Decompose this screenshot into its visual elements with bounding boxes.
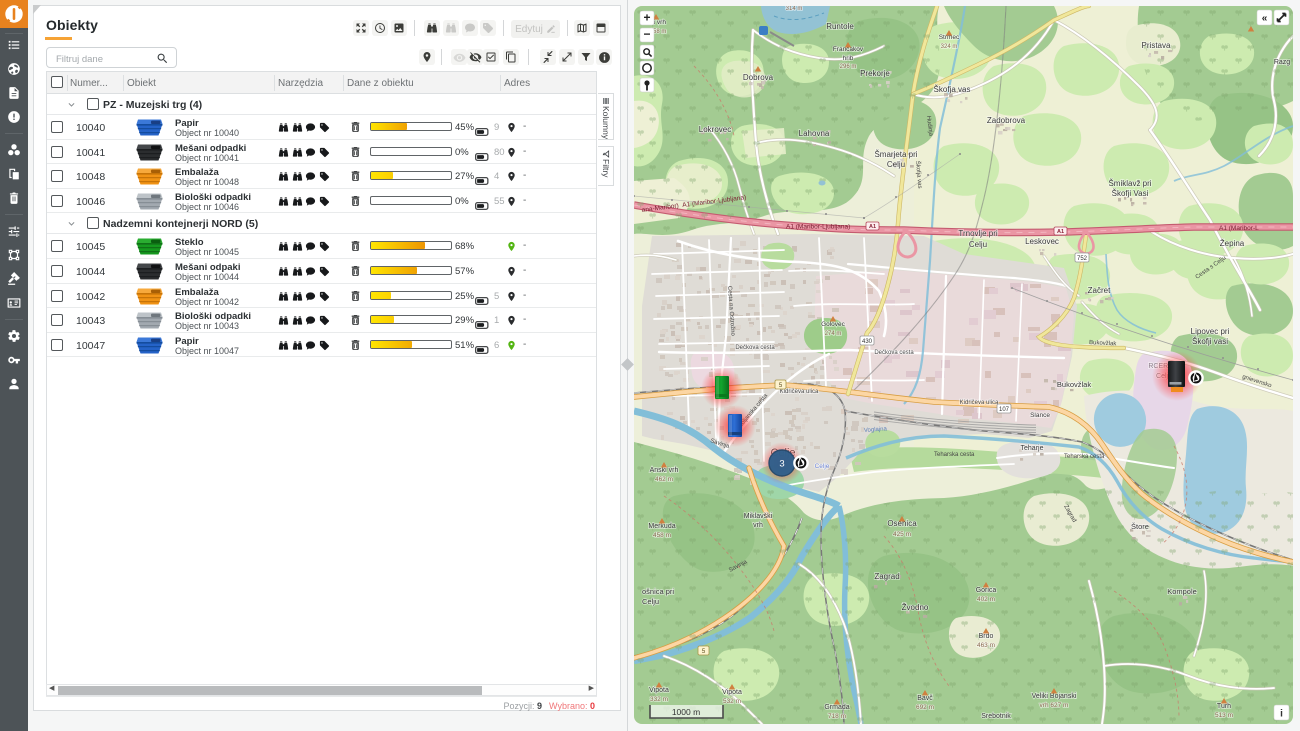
- svg-text:A1 (Maribor-Ljubljana): A1 (Maribor-Ljubljana): [786, 224, 850, 231]
- svg-text:463 m: 463 m: [977, 642, 995, 649]
- svg-text:A1 (Maribor-L: A1 (Maribor-L: [1219, 225, 1259, 232]
- svg-text:532 m: 532 m: [723, 698, 741, 705]
- svg-text:Štore: Štore: [1131, 522, 1149, 531]
- svg-text:Turh: Turh: [1217, 703, 1231, 710]
- svg-text:3: 3: [779, 459, 784, 470]
- svg-text:Škofji vasi: Škofji vasi: [1192, 337, 1228, 346]
- svg-text:1000 m: 1000 m: [672, 707, 700, 717]
- svg-text:718 m: 718 m: [828, 713, 846, 720]
- svg-text:−: −: [643, 27, 650, 41]
- svg-text:692 m: 692 m: [916, 704, 934, 711]
- svg-text:Bukovžlak: Bukovžlak: [1057, 380, 1091, 389]
- svg-text:458 m: 458 m: [653, 532, 671, 539]
- svg-text:Kompole: Kompole: [1167, 587, 1197, 596]
- svg-text:430: 430: [862, 339, 873, 345]
- svg-text:Golovec: Golovec: [821, 321, 846, 328]
- svg-text:Šmiklavž pri: Šmiklavž pri: [1108, 179, 1151, 188]
- svg-text:Dečkova cesta: Dečkova cesta: [735, 345, 775, 351]
- svg-text:Škofja vas: Škofja vas: [934, 85, 971, 94]
- svg-text:+: +: [643, 11, 650, 25]
- svg-text:Celju: Celju: [969, 240, 987, 249]
- svg-text:Prekorje: Prekorje: [860, 69, 890, 78]
- svg-text:107: 107: [999, 407, 1010, 413]
- svg-text:752: 752: [1077, 256, 1088, 262]
- svg-text:Teharska cesta: Teharska cesta: [934, 452, 975, 458]
- svg-text:Začret: Začret: [1088, 286, 1111, 295]
- svg-text:Anski vrh: Anski vrh: [650, 467, 679, 474]
- svg-text:Gorica: Gorica: [976, 587, 997, 594]
- svg-text:Teharska cesta: Teharska cesta: [1064, 454, 1105, 460]
- svg-text:Žvodno: Žvodno: [902, 603, 929, 612]
- svg-text:Lahovna: Lahovna: [799, 129, 830, 138]
- svg-text:402 m: 402 m: [977, 596, 995, 603]
- svg-text:Grmada: Grmada: [824, 704, 849, 711]
- svg-text:314 m: 314 m: [786, 6, 803, 12]
- svg-text:Merkuda: Merkuda: [648, 523, 675, 530]
- svg-text:A1: A1: [869, 224, 876, 230]
- svg-text:hrib: hrib: [843, 55, 854, 62]
- svg-text:Celje: Celje: [815, 463, 830, 470]
- svg-text:Kidričeva ulica: Kidričeva ulica: [780, 389, 819, 395]
- svg-text:A1: A1: [1057, 229, 1064, 235]
- svg-text:Škofji Vasi: Škofji Vasi: [1112, 189, 1149, 198]
- svg-text:Zadobrova: Zadobrova: [987, 116, 1026, 125]
- svg-text:Vipota: Vipota: [649, 687, 669, 694]
- svg-text:Žepina: Žepina: [1220, 239, 1245, 248]
- svg-text:Slance: Slance: [1030, 412, 1050, 419]
- svg-text:Veliki Bojanski: Veliki Bojanski: [1032, 693, 1077, 700]
- svg-text:Razg: Razg: [1274, 59, 1290, 66]
- svg-text:Brdo: Brdo: [979, 633, 994, 640]
- svg-text:«: «: [1262, 13, 1268, 24]
- svg-text:Trnovlje pri: Trnovlje pri: [958, 229, 997, 238]
- svg-text:324 m: 324 m: [941, 44, 958, 50]
- svg-text:Dobrova: Dobrova: [743, 73, 774, 82]
- svg-text:vrh 627 m: vrh 627 m: [1040, 702, 1069, 709]
- svg-text:Miklavški: Miklavški: [744, 513, 773, 520]
- svg-text:274 m: 274 m: [825, 331, 842, 337]
- svg-text:Srebotnik: Srebotnik: [981, 713, 1011, 720]
- svg-text:Celju: Celju: [642, 597, 659, 606]
- svg-text:425 m: 425 m: [893, 531, 911, 538]
- svg-text:462 m: 462 m: [655, 476, 673, 483]
- svg-text:296 m: 296 m: [840, 64, 857, 70]
- svg-text:Pristava: Pristava: [1142, 41, 1171, 50]
- svg-text:Dečkova cesta: Dečkova cesta: [874, 350, 914, 356]
- svg-text:i: i: [1280, 709, 1283, 720]
- svg-text:332 m: 332 m: [650, 696, 668, 703]
- svg-text:Kidričeva ulica: Kidričeva ulica: [960, 400, 999, 406]
- svg-text:Runtole: Runtole: [826, 22, 854, 31]
- svg-text:513 m: 513 m: [1215, 712, 1233, 719]
- svg-text:Bavč: Bavč: [917, 695, 933, 702]
- svg-text:Zagrad: Zagrad: [874, 572, 899, 581]
- svg-text:Lipovec pri: Lipovec pri: [1191, 327, 1230, 336]
- svg-text:Šmarjeta pri: Šmarjeta pri: [874, 150, 917, 159]
- svg-text:Teharje: Teharje: [1021, 445, 1044, 452]
- svg-text:Celju: Celju: [887, 160, 905, 169]
- svg-text:Lokrovec: Lokrovec: [699, 125, 731, 134]
- svg-text:Leskovec: Leskovec: [1025, 237, 1059, 246]
- svg-text:ošnica pri: ošnica pri: [642, 587, 674, 596]
- svg-text:vrh: vrh: [753, 522, 763, 529]
- svg-text:Vipota: Vipota: [722, 689, 742, 696]
